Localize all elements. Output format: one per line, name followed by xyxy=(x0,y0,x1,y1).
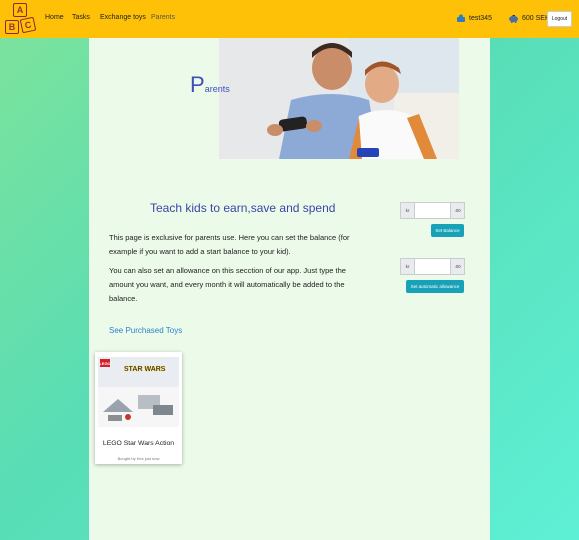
see-purchased-toys-link[interactable]: See Purchased Toys xyxy=(109,326,182,335)
toy-image: LEGO STAR WARS xyxy=(98,357,179,427)
logout-button[interactable]: Logout xyxy=(547,11,572,27)
set-allowance-button[interactable]: Set automatic allowance xyxy=(406,280,464,293)
nav-home[interactable]: Home xyxy=(45,14,64,21)
toy-title: LEGO Star Wars Action xyxy=(102,440,175,447)
set-balance-button[interactable]: Set Balance xyxy=(431,224,464,237)
balance-input[interactable] xyxy=(414,203,451,218)
logo-block-b: B xyxy=(5,20,19,34)
balance-label: 600 SEK xyxy=(522,15,550,22)
abc-blocks-logo[interactable]: A B C xyxy=(4,2,37,36)
top-navbar: A B C Home Tasks Exchange toys Parents t… xyxy=(0,0,579,38)
section-heading: Teach kids to earn,save and spend xyxy=(150,201,336,215)
lego-box-image: LEGO STAR WARS xyxy=(98,357,179,427)
nav-parents[interactable]: Parents xyxy=(151,14,175,21)
toy-bought-by: Bought by Kes just now xyxy=(117,456,160,461)
allowance-input-group: kr .00 xyxy=(400,258,465,275)
piggy-bank-icon xyxy=(509,15,518,23)
allowance-input[interactable] xyxy=(414,259,451,274)
balance-input-group: kr .00 xyxy=(400,202,465,219)
lego-brand-text: LEGO xyxy=(99,361,110,366)
purchased-toy-card[interactable]: LEGO STAR WARS LEGO Star Wars Action Bou… xyxy=(95,352,182,464)
allowance-paragraph: You can also set an allowance on this se… xyxy=(109,266,346,303)
hero-title: Parents xyxy=(190,72,230,98)
allowance-currency-prefix: kr xyxy=(401,259,414,274)
nav-tasks[interactable]: Tasks xyxy=(72,14,90,21)
hero-title-rest: arents xyxy=(204,84,230,94)
user-icon xyxy=(457,14,465,22)
balance-currency-prefix: kr xyxy=(401,203,414,218)
hero-image xyxy=(219,38,459,159)
main-panel: Parents Teach kids to earn,save and spen… xyxy=(89,38,490,540)
parent-child-gaming-image xyxy=(219,38,459,159)
box-star-wars-text: STAR WARS xyxy=(124,366,166,373)
nav-exchange-toys[interactable]: Exchange toys xyxy=(100,14,146,21)
username-label: test345 xyxy=(469,15,492,22)
intro-paragraph: This page is exclusive for parents use. … xyxy=(109,233,350,256)
allowance-decimal-suffix: .00 xyxy=(451,259,464,274)
user-menu[interactable]: test345 xyxy=(456,14,492,23)
logo-block-c: C xyxy=(19,16,37,34)
logo-block-a: A xyxy=(13,3,27,17)
hero-title-initial: P xyxy=(190,72,205,97)
balance-decimal-suffix: .00 xyxy=(451,203,464,218)
wallet-balance: 600 SEK xyxy=(508,14,550,23)
